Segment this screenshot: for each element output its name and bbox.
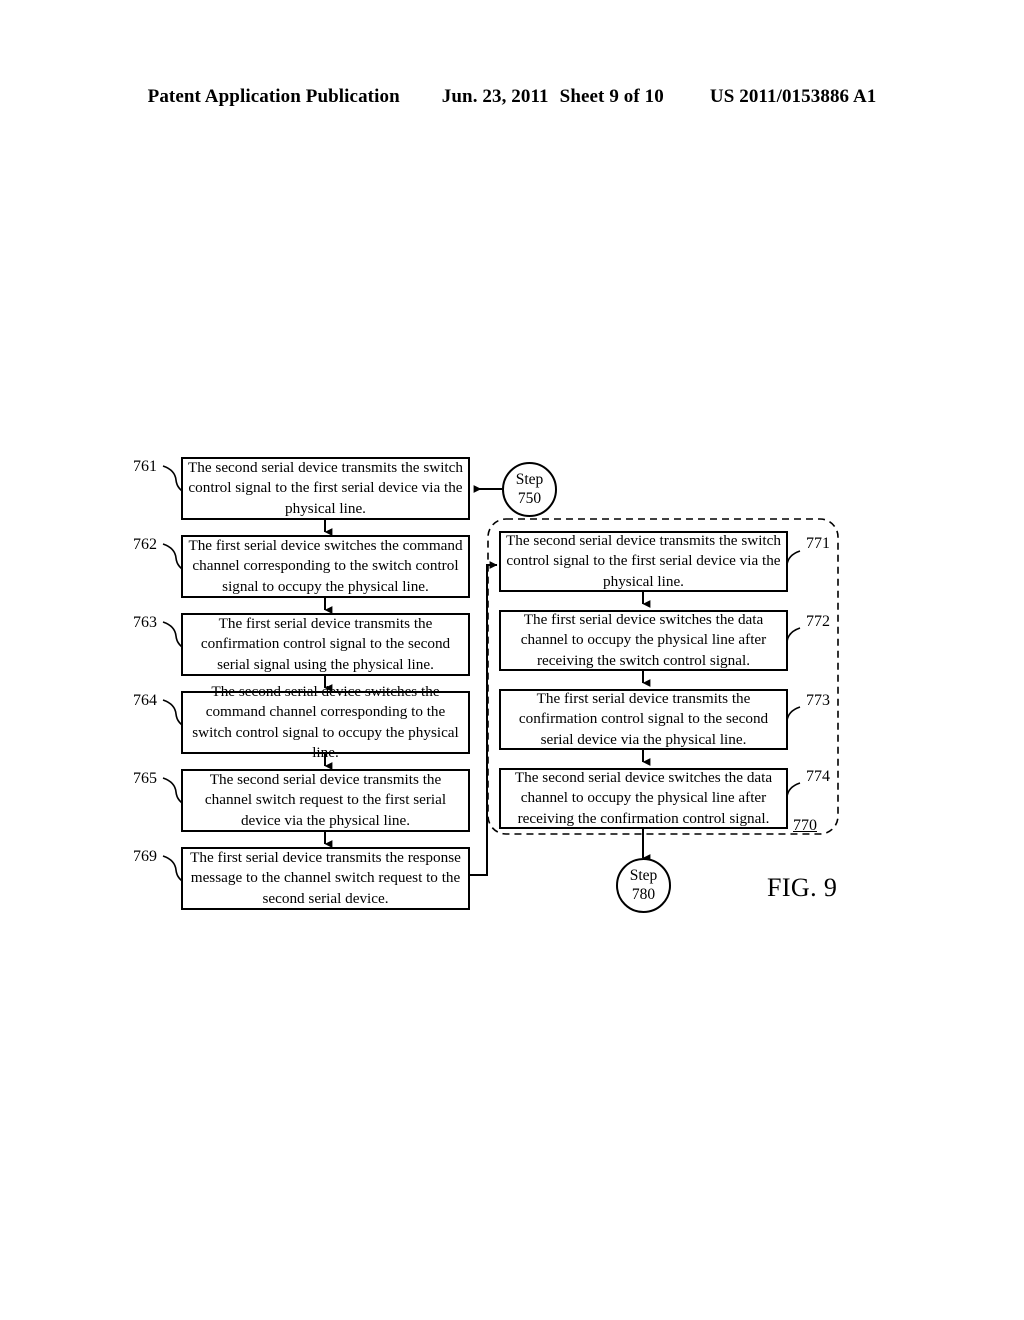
process-box-771-text: The second serial device transmits the s… xyxy=(506,532,781,590)
process-box-771: The second serial device transmits the s… xyxy=(499,531,788,592)
process-box-764: The second serial device switches the co… xyxy=(181,683,470,761)
process-box-773-text: The first serial device transmits the co… xyxy=(518,690,769,748)
process-box-761-text: The second serial device transmits the s… xyxy=(188,459,463,517)
step-node-750-label: Step xyxy=(515,471,544,489)
ref-numeral-762: 762 xyxy=(133,536,157,553)
process-box-762: The first serial device switches the com… xyxy=(181,535,470,598)
process-box-764-text: The second serial device switches the co… xyxy=(192,683,459,761)
process-box-774: The second serial device switches the da… xyxy=(499,768,788,829)
ref-numeral-773: 773 xyxy=(806,692,830,709)
ref-numeral-769: 769 xyxy=(133,848,157,865)
step-node-750-number: 750 xyxy=(517,489,542,507)
process-box-769: The first serial device transmits the re… xyxy=(181,847,470,910)
ref-numeral-771: 771 xyxy=(806,535,830,552)
process-box-773: The first serial device transmits the co… xyxy=(499,689,788,750)
process-box-772: The first serial device switches the dat… xyxy=(499,610,788,671)
step-node-780: Step 780 xyxy=(616,858,671,913)
process-box-765-text: The second serial device transmits the c… xyxy=(204,771,447,829)
group-label-770: 770 xyxy=(793,817,817,834)
process-box-763-text: The first serial device transmits the co… xyxy=(200,615,451,673)
process-box-769-text: The first serial device transmits the re… xyxy=(190,849,461,907)
process-box-774-text: The second serial device switches the da… xyxy=(514,769,773,827)
ref-numeral-765: 765 xyxy=(133,770,157,787)
process-box-765: The second serial device transmits the c… xyxy=(181,769,470,832)
figure-9-flowchart: The second serial device transmits the s… xyxy=(0,0,1024,1320)
step-node-750: Step 750 xyxy=(502,462,557,517)
ref-numeral-772: 772 xyxy=(806,613,830,630)
process-box-762-text: The first serial device switches the com… xyxy=(188,537,463,595)
ref-numeral-763: 763 xyxy=(133,614,157,631)
step-node-780-label: Step xyxy=(629,867,658,885)
figure-caption: FIG. 9 xyxy=(767,873,838,902)
ref-numeral-764: 764 xyxy=(133,692,157,709)
ref-numeral-774: 774 xyxy=(806,768,830,785)
process-box-772-text: The first serial device switches the dat… xyxy=(520,611,767,669)
process-box-761: The second serial device transmits the s… xyxy=(181,457,470,520)
process-box-763: The first serial device transmits the co… xyxy=(181,613,470,676)
ref-numeral-761: 761 xyxy=(133,458,157,475)
step-node-780-number: 780 xyxy=(631,885,656,903)
